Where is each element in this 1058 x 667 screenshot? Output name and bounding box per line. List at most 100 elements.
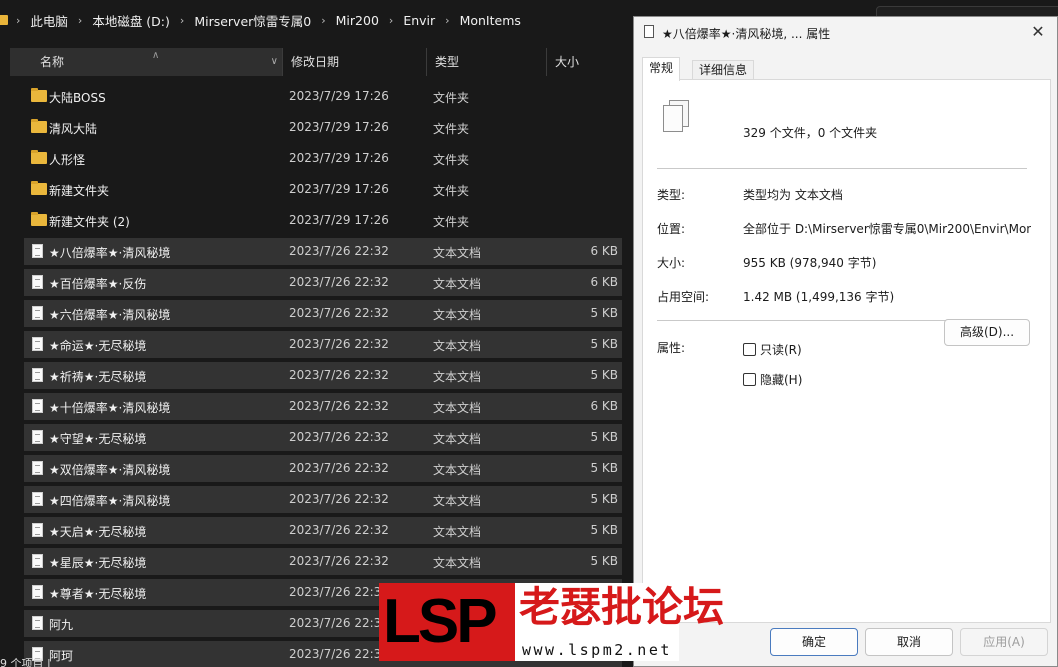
folder-icon [31,181,47,195]
cancel-button[interactable]: 取消 [865,628,953,656]
file-row[interactable]: ★四倍爆率★·清风秘境 2023/7/26 22:32 文本文档 5 KB [24,484,624,515]
breadcrumb-envir[interactable]: Envir [397,13,441,28]
file-date: 2023/7/26 22:32 [289,647,389,661]
attributes-label: 属性: [657,341,686,355]
folder-row[interactable]: 大陆BOSS 2023/7/29 17:26 文件夹 [24,81,624,112]
folder-row[interactable]: 清风大陆 2023/7/29 17:26 文件夹 [24,112,624,143]
hidden-checkbox[interactable]: 隐藏(H) [743,371,802,388]
text-file-icon [32,585,43,599]
file-date: 2023/7/29 17:26 [289,89,389,103]
hidden-label: 隐藏(H) [760,373,803,387]
column-date[interactable]: 修改日期 [283,48,427,76]
folder-row[interactable]: 人形怪 2023/7/29 17:26 文件夹 [24,143,624,174]
folder-icon [0,15,8,25]
file-type: 文本文档 [433,339,482,353]
apply-button[interactable]: 应用(A) [960,628,1048,656]
file-date: 2023/7/26 22:32 [289,461,389,475]
readonly-label: 只读(R) [760,343,802,357]
file-date: 2023/7/26 22:32 [289,399,389,413]
file-name: ★天启★·无尽秘境 [49,525,147,539]
file-row[interactable]: ★命运★·无尽秘境 2023/7/26 22:32 文本文档 5 KB [24,329,624,360]
file-row[interactable]: ★双倍爆率★·清风秘境 2023/7/26 22:32 文本文档 5 KB [24,453,624,484]
file-name: ★百倍爆率★·反伤 [49,277,147,291]
folder-row[interactable]: 新建文件夹 2023/7/29 17:26 文件夹 [24,174,624,205]
file-date: 2023/7/26 22:32 [289,275,389,289]
file-date: 2023/7/26 22:32 [289,306,389,320]
column-type[interactable]: 类型 [427,48,547,76]
file-date: 2023/7/26 22:32 [289,368,389,382]
type-value: 类型均为 文本文档 [743,188,843,202]
file-size: 6 KB [590,244,618,258]
chevron-down-icon[interactable]: ∨ [271,48,278,76]
file-date: 2023/7/26 22:32 [289,616,389,630]
column-size[interactable]: 大小 [547,48,622,76]
divider [657,168,1027,169]
advanced-button[interactable]: 高级(D)... [944,319,1030,346]
general-tab-panel: 329 个文件，0 个文件夹 类型: 类型均为 文本文档 位置: 全部位于 D:… [642,79,1051,623]
file-size: 5 KB [590,430,618,444]
file-date: 2023/7/26 22:32 [289,585,389,599]
checkbox-icon[interactable] [743,373,756,386]
chevron-right-icon: › [445,13,450,27]
chevron-right-icon: › [388,13,394,27]
text-file-icon [32,616,43,630]
file-size: 6 KB [590,399,618,413]
breadcrumb-monitems[interactable]: MonItems [454,13,527,28]
text-file-icon [32,306,43,320]
file-size: 5 KB [590,492,618,506]
file-row[interactable]: ★八倍爆率★·清风秘境 2023/7/26 22:32 文本文档 6 KB [24,236,624,267]
file-row[interactable]: ★守望★·无尽秘境 2023/7/26 22:32 文本文档 5 KB [24,422,624,453]
folder-icon [31,212,47,226]
checkbox-icon[interactable] [743,343,756,356]
breadcrumb-local-disk[interactable]: 本地磁盘 (D:) [86,11,176,30]
dialog-titlebar[interactable]: ★八倍爆率★·清风秘境, ... 属性 ✕ [634,17,1057,47]
tab-general[interactable]: 常规 [642,57,681,81]
folder-row[interactable]: 新建文件夹 (2) 2023/7/29 17:26 文件夹 [24,205,624,236]
text-file-icon [32,461,43,475]
file-row[interactable]: ★十倍爆率★·清风秘境 2023/7/26 22:32 文本文档 6 KB [24,391,624,422]
file-type: 文件夹 [433,153,470,167]
file-type: 文本文档 [433,246,482,260]
text-file-icon [32,523,43,537]
breadcrumb-this-pc[interactable]: 此电脑 [24,11,74,30]
text-file-icon [32,275,43,289]
file-type: 文本文档 [433,463,482,477]
file-size: 5 KB [590,554,618,568]
file-type: 文件夹 [433,215,470,229]
column-name[interactable]: ∧ 名称 ∨ [10,48,283,76]
ok-button[interactable]: 确定 [770,628,858,656]
folder-icon [31,119,47,133]
file-row[interactable]: ★祈祷★·无尽秘境 2023/7/26 22:32 文本文档 5 KB [24,360,624,391]
file-type: 文本文档 [433,308,482,322]
file-name: ★八倍爆率★·清风秘境 [49,246,171,260]
chevron-right-icon: › [77,13,83,27]
file-name: ★双倍爆率★·清风秘境 [49,463,171,477]
file-count: 329 个文件，0 个文件夹 [743,126,878,140]
file-name: 人形怪 [49,153,86,167]
file-row[interactable]: ★星辰★·无尽秘境 2023/7/26 22:32 文本文档 5 KB [24,546,624,577]
file-date: 2023/7/26 22:32 [289,554,389,568]
file-row[interactable]: ★天启★·无尽秘境 2023/7/26 22:32 文本文档 5 KB [24,515,624,546]
file-row[interactable]: ★六倍爆率★·清风秘境 2023/7/26 22:32 文本文档 5 KB [24,298,624,329]
file-row[interactable]: ★百倍爆率★·反伤 2023/7/26 22:32 文本文档 6 KB [24,267,624,298]
breadcrumb-mirserver[interactable]: Mirserver惊雷专属0 [188,11,317,30]
file-name: 阿九 [49,618,74,632]
column-type-label: 类型 [435,55,460,69]
status-bar: 9 个项目 | [0,657,51,667]
text-file-icon [32,399,43,413]
watermark-url: www.lspm2.net [522,641,672,659]
multiple-files-icon [663,100,689,133]
breadcrumb-mir200[interactable]: Mir200 [330,13,385,28]
chevron-right-icon: › [321,13,326,27]
file-type: 文本文档 [433,525,482,539]
file-size: 5 KB [590,461,618,475]
text-file-icon [32,337,43,351]
text-file-icon [32,244,43,258]
watermark-logo: LSP 老瑟批论坛 www.lspm2.net [379,583,724,661]
location-value: 全部位于 D:\Mirserver惊雷专属0\Mir200\Envir\MonI… [743,222,1031,236]
close-icon[interactable]: ✕ [1027,21,1049,43]
file-name: 新建文件夹 [49,184,110,198]
file-type: 文本文档 [433,432,482,446]
readonly-checkbox[interactable]: 只读(R) [743,341,802,358]
tab-details[interactable]: 详细信息 [692,60,755,80]
